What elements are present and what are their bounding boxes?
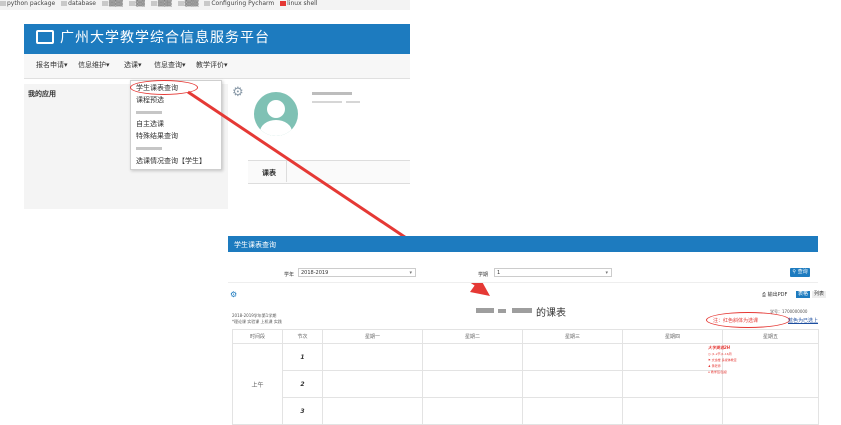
table-header-row: 时间段 节次 星期一 星期二 星期三 星期四 星期五 (232, 329, 819, 344)
column-header: 星期五 (722, 329, 819, 344)
column-header: 星期二 (422, 329, 523, 344)
column-header: 星期三 (522, 329, 623, 344)
schedule-cell[interactable] (322, 397, 423, 425)
search-icon: ⚲ (792, 269, 797, 275)
schedule-cell[interactable] (322, 343, 423, 371)
schedule-cell[interactable] (422, 370, 523, 398)
table-row: 3 (233, 397, 819, 425)
year-select[interactable]: 2018-2019 ▾ (298, 268, 416, 277)
schedule-cell[interactable] (522, 397, 623, 425)
printer-icon: ⎙ (762, 292, 767, 298)
period-cell: 3 (282, 397, 323, 425)
clock-icon: ◷ (708, 352, 711, 356)
schedule-title: 的课表 (536, 308, 566, 319)
home-icon: ⌂ (708, 370, 710, 374)
redacted-student-name (498, 309, 506, 313)
redacted-student-name (512, 308, 532, 313)
column-header: 节次 (282, 329, 323, 344)
redacted-student-name (476, 308, 494, 313)
export-pdf-button[interactable]: ⎙ 输出PDF (762, 291, 787, 298)
view-list-button[interactable]: 列表 (812, 291, 827, 298)
gear-icon[interactable]: ⚙ (230, 290, 237, 299)
view-table-button[interactable]: 表格 (796, 291, 811, 298)
schedule-cell[interactable] (522, 343, 623, 371)
schedule-cell[interactable] (322, 370, 423, 398)
column-header: 星期四 (622, 329, 723, 344)
term-label: 学期 (478, 272, 489, 278)
user-icon: ♟ (708, 364, 711, 368)
year-label: 学年 (284, 272, 295, 278)
term-select[interactable]: 1 ▾ (494, 268, 612, 277)
legend-note-red: 注：红色斜体为选课 (713, 318, 759, 324)
schedule-table: 时间段 节次 星期一 星期二 星期三 星期四 星期五 上午 1 2 3 (232, 329, 819, 425)
time-block-cell: 上午 (232, 343, 283, 425)
schedule-page-header (228, 236, 818, 252)
location-icon: ⚑ (708, 358, 711, 362)
course-type-legend: *理论课 实验课 上机课 实践 (232, 319, 282, 324)
schedule-cell[interactable] (422, 343, 523, 371)
query-button[interactable]: ⚲ 查询 (790, 268, 810, 277)
column-header: 星期一 (322, 329, 423, 344)
column-header: 时间段 (232, 329, 283, 344)
period-cell: 2 (282, 370, 323, 398)
schedule-page-title: 学生课表查询 (234, 241, 276, 249)
schedule-cell[interactable] (622, 397, 723, 425)
course-card[interactable]: 大学英语2H ◷ (1-2节)1-16周 ⚑ 文逸楼 多媒体教室 ♟ 黄老师 ⌂… (708, 345, 737, 375)
schedule-cell[interactable] (522, 370, 623, 398)
schedule-cell[interactable] (722, 397, 819, 425)
period-cell: 1 (282, 343, 323, 371)
legend-note-blue: 蓝色为已选上 (788, 318, 819, 324)
schedule-cell[interactable] (722, 343, 819, 398)
course-class: ⌂ 教学班/班级 (708, 370, 727, 374)
schedule-cell[interactable] (422, 397, 523, 425)
